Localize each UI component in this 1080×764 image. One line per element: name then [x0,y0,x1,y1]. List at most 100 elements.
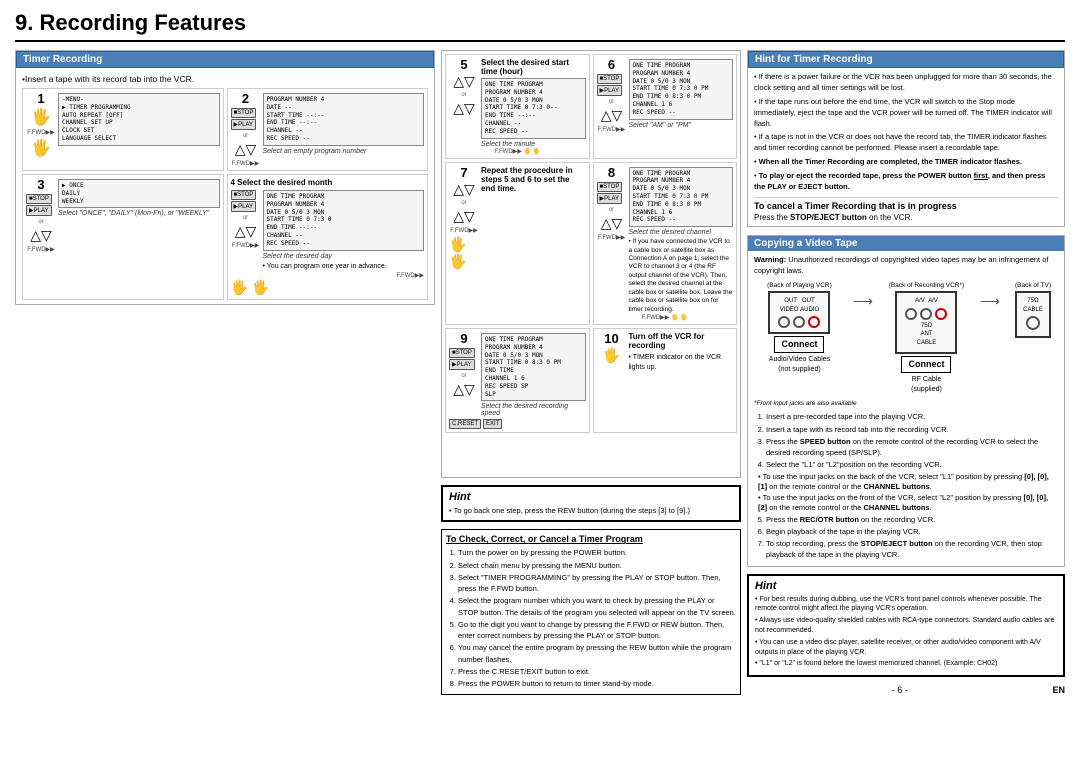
step-5-sub: Select the minute [481,141,586,148]
hint-bottom-p2: • Always use video-quality shielded cabl… [755,616,1057,636]
check-step-6: You may cancel the entire program by pre… [458,642,736,665]
connect-arrows: ⟶ [853,291,873,311]
hint-bottom-p1: • For best results during dubbing, use t… [755,595,1057,615]
step-6: 6 ■STOP ▶PLAY or △▽ F.FWD▶▶ [593,54,738,159]
check-title: To Check, Correct, or Cancel a Timer Pro… [446,534,736,544]
step-2-number: 2 [242,92,249,105]
step-9-number: 9 [460,332,467,345]
rf-cable-label: RF Cable(supplied) [911,375,942,395]
step-2: 2 ■STOP ▶PLAY or △▽ F.FWD▶▶ [227,88,429,171]
front-note: *Front input jacks are also available [754,399,1058,408]
step-1-number: 1 [37,92,44,105]
check-steps-list: Turn the power on by pressing the POWER … [446,547,736,689]
copy-bullet-notes: • To use the input jacks on the back of … [758,472,1058,514]
check-step-3: Select "TIMER PROGRAMMING" by pressing t… [458,572,736,595]
connect-label-2: Connect [901,356,951,373]
copying-warning: Warning: Unauthorized recordings of copy… [754,255,1058,277]
step-3-desc: Select "ONCE", "DAILY" (Mon-Fri), or "WE… [58,210,220,217]
step-5: 5 △▽ or △▽ Select the desired start time… [445,54,590,159]
hint-timer-p1: • If there is a power failure or the VCR… [754,72,1058,94]
hint-timer-p3: • If a tape is not in the VCR or does no… [754,132,1058,154]
step-1: 1 🖐 F.FWD▶▶ 🖐 -MENU- ▶ TIMER PROGRAMMING… [22,88,224,171]
cancel-section: To cancel a Timer Recording that is in p… [754,197,1058,222]
step-10-number: 10 [604,332,618,345]
step-6-screen: ONE TIME PROGRAM PROGRAM NUMBER 4 DATE 0… [629,59,734,120]
copy-step-7: To stop recording, press the STOP/EJECT … [766,538,1058,561]
step-7: 7 △▽ or △▽ F.FWD▶▶ 🖐 🖐 Repeat the proced… [445,162,590,326]
step-7-number: 7 [460,166,467,179]
step-3: 3 ■STOP ▶PLAY or △▽ F.FWD▶▶ [22,174,224,300]
copy-step-1: Insert a pre-recorded tape into the play… [766,411,1058,422]
step-4-note: You can program one year in advance. [263,262,425,272]
step-8-number: 8 [608,166,615,179]
hint-box: Hint • To go back one step, press the RE… [441,485,741,523]
connect-label-1: Connect [774,336,824,353]
hint-for-timer-content: • If there is a power failure or the VCR… [754,72,1058,193]
step-10: 10 🖐 Turn off the VCR for recording TIME… [593,328,738,433]
hint-timer-p5: • To play or eject the recorded tape, pr… [754,171,1058,193]
hint-bottom-title: Hint [755,580,1057,592]
copying-header: Copying a Video Tape [748,236,1064,251]
cancel-title: To cancel a Timer Recording that is in p… [754,201,1058,211]
check-step-8: Press the POWER button to return to time… [458,678,736,689]
step-7-title: Repeat the procedure in steps 5 and 6 to… [481,166,586,193]
timer-recording-header: Timer Recording [16,51,434,68]
step-2-desc: Select an empty program number [263,148,425,155]
step-2-screen: PROGRAM NUMBER 4 DATE -- START TIME --:-… [263,93,425,146]
step-9: 9 ■STOP ▶PLAY or △▽ ONE TIME PROG [445,328,590,433]
step-8-screen: ONE TIME PROGRAM PROGRAM NUMBER 4 DATE 0… [629,167,734,228]
copy-steps-list-2: Press the REC/OTR button on the recordin… [754,514,1058,561]
step-8: 8 ■STOP ▶PLAY or △▽ F.FWD▶▶ [593,162,738,326]
hint-bottom-content: • For best results during dubbing, use t… [755,595,1057,670]
back-tv-label: (Back of TV) [1015,281,1051,290]
copy-step-5: Press the REC/OTR button on the recordin… [766,514,1058,525]
copy-step-2: Insert a tape with its record tab into t… [766,424,1058,435]
hint-timer-p2: • If the tape runs out before the end ti… [754,97,1058,130]
cancel-text: Press the STOP/EJECT button on the VCR. [754,213,1058,222]
check-section: To Check, Correct, or Cancel a Timer Pro… [441,529,741,695]
check-step-4: Select the program number which you want… [458,595,736,618]
step-10-title: Turn off the VCR for recording [629,332,734,350]
hint-timer-header: Hint for Timer Recording [748,51,1064,68]
step-3-screen: ▶ ONCE DAILY WEEKLY [58,179,220,208]
insert-tape-text: •Insert a tape with its record tab into … [22,72,428,88]
copy-step-3: Press the SPEED button on the remote con… [766,436,1058,459]
back-recording-label: (Back of Recording VCR*) [889,281,965,290]
audio-video-label: Audio/Video Cables(not supplied) [769,355,830,375]
step-3-number: 3 [37,178,44,191]
step-8-note: • If you have connected the VCR to a cab… [629,238,734,314]
step-9-desc: Select the desired recording speed [481,403,586,417]
page-number: - 6 - [747,685,1052,695]
step-4-title: 4 Select the desired month [231,178,425,187]
step-4-screen: ONE TIME PROGRAM PROGRAM NUMBER 4 DATE 0… [263,190,425,251]
step-5-screen: ONE TIME PROGRAM PROGRAM NUMBER 4 DATE 0… [481,78,586,139]
copy-step-6: Begin playback of the tape in the playin… [766,526,1058,537]
step-5-number: 5 [460,58,467,71]
step-9-screen: ONE TIME PROGRAM PROGRAM NUMBER 4 DATE 0… [481,333,586,401]
copy-steps-list: Insert a pre-recorded tape into the play… [754,411,1058,470]
c-reset-btn[interactable]: C.RESET [449,419,481,429]
connect-box-1: OUT OUT VIDEO AUDIO [768,291,830,334]
hint-bottom-p4: • "L1" or "L2" is found before the lowes… [755,659,1057,669]
copy-step-4: Select the "L1" or "L2"position on the r… [766,459,1058,470]
hint-bottom-p3: • You can use a video disc player, satel… [755,638,1057,658]
hint-bottom-box: Hint • For best results during dubbing, … [747,574,1065,678]
exit-btn[interactable]: EXIT [483,419,502,429]
step-1-screen: -MENU- ▶ TIMER PROGRAMMING AUTO REPEAT [… [58,93,220,146]
copy-diagrams: (Back of Playing VCR) OUT OUT VIDEO AUDI… [754,281,1058,396]
tv-box: 75ΩCABLE [1015,291,1051,338]
step-4-day-desc: Select the desired day [263,253,425,260]
step-4: 4 Select the desired month ■STOP ▶PLAY o… [227,174,429,300]
hint-content: • To go back one step, press the REW but… [449,506,733,517]
en-label: EN [1052,685,1065,695]
step-10-note: TIMER indicator on the VCR lights up. [629,353,734,373]
check-step-7: Press the C.RESET/EXIT button to exit. [458,666,736,677]
connect-arrows-2: ⟶ [980,291,1000,311]
hint-timer-p4: • When all the Timer Recording are compl… [754,157,1058,168]
back-playing-label: (Back of Playing VCR) [767,281,832,290]
hint-title: Hint [449,491,733,503]
step-6-desc: Select "AM" or "PM" [629,122,734,129]
check-step-2: Select chain menu by pressing the MENU b… [458,560,736,571]
copying-section: Copying a Video Tape Warning: Unauthoriz… [747,235,1065,567]
connect-box-2: A/V A/V 75ΩANTCABLE [895,291,957,354]
